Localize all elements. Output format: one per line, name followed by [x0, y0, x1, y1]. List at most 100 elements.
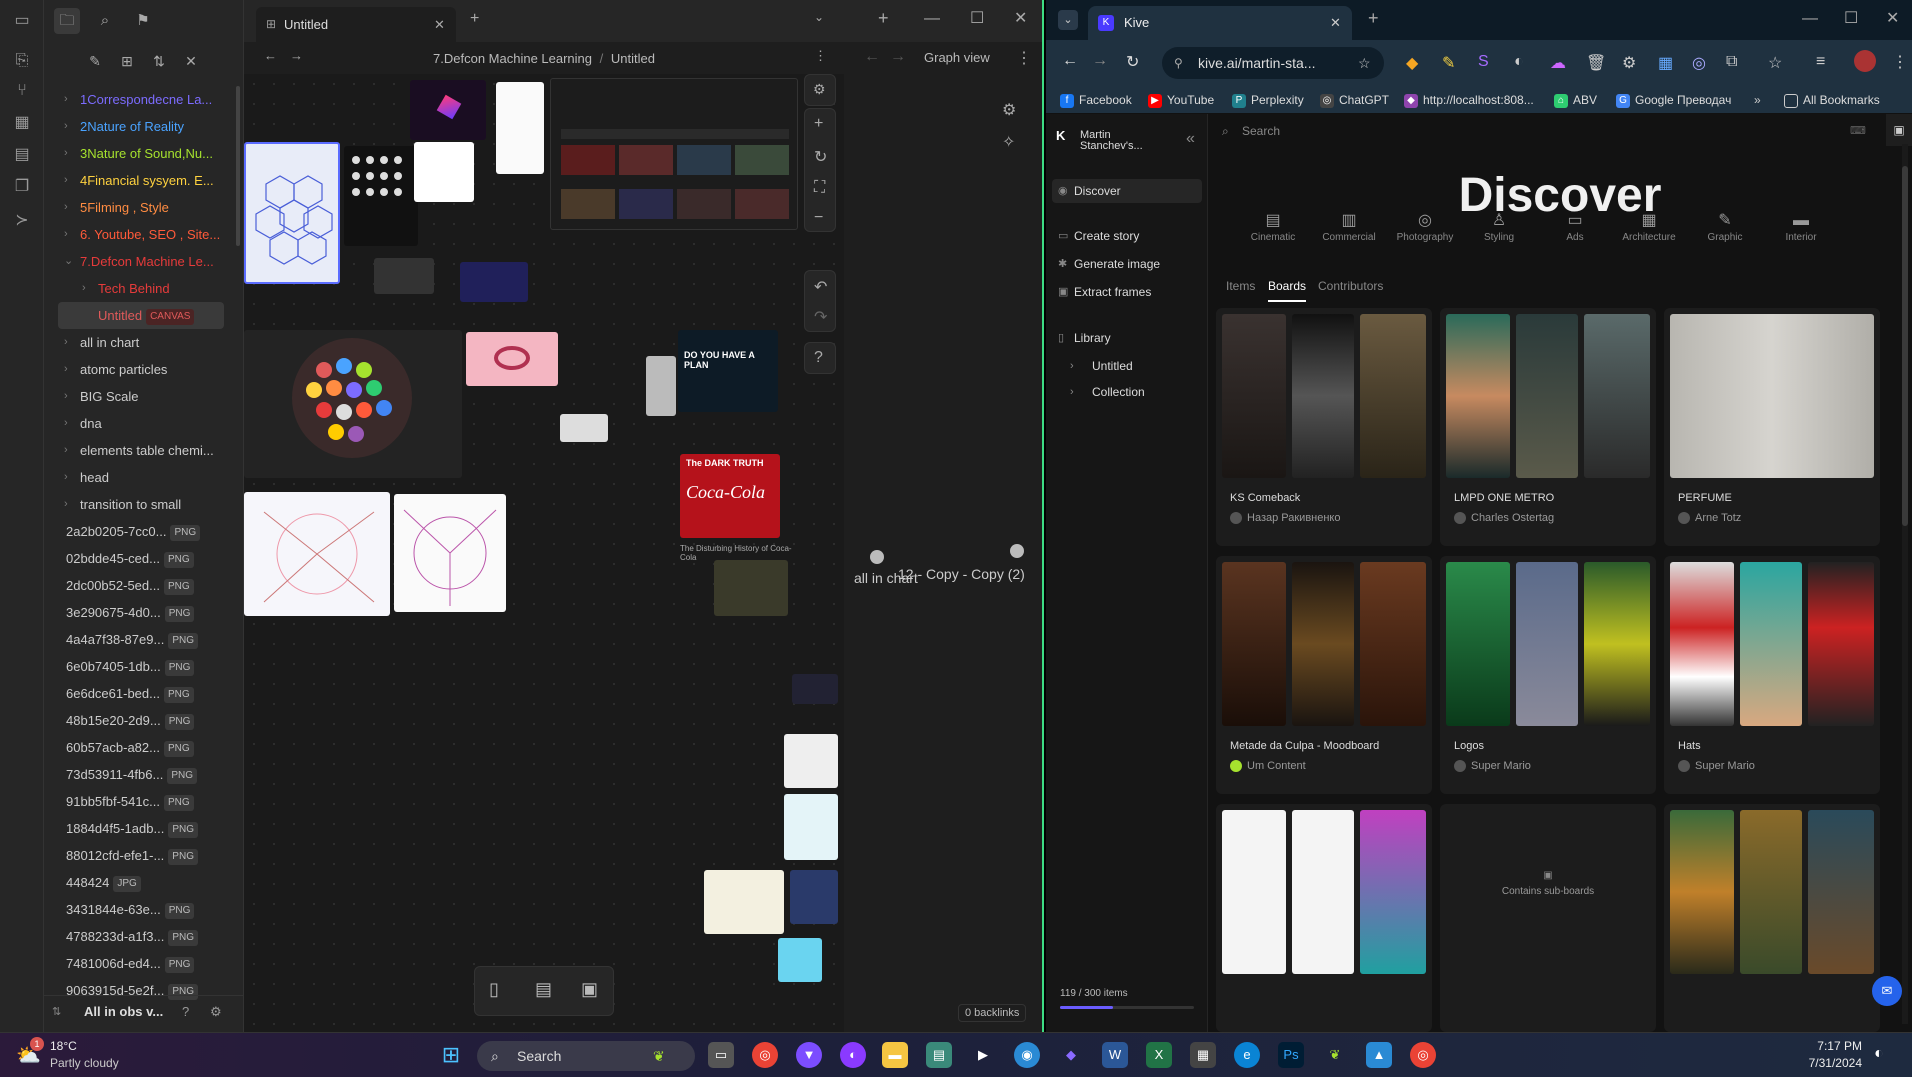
panel-toggle-icon[interactable]: ▣ — [1886, 114, 1912, 146]
tab-items[interactable]: Items — [1226, 276, 1255, 302]
folder-item[interactable]: › elements table chemi... — [44, 437, 244, 464]
file-item[interactable]: 91bb5fbf-541c... PNG — [44, 788, 244, 815]
folder-item[interactable]: › 1Correspondecne La... — [44, 86, 244, 113]
canvas-card-white-doc[interactable] — [496, 82, 544, 174]
app-taskbar-icon[interactable]: ◉ — [1014, 1042, 1040, 1068]
bookmark-google-translate[interactable]: G Google Преводач — [1616, 86, 1731, 114]
folder-item[interactable]: › BIG Scale — [44, 383, 244, 410]
window-close-icon[interactable]: ✕ — [1886, 8, 1899, 28]
minimize-icon[interactable]: — — [1802, 10, 1818, 28]
app-taskbar-icon[interactable]: ▲ — [1366, 1042, 1392, 1068]
folder-item[interactable]: › 4Financial sysyem. E... — [44, 167, 244, 194]
tab-kive[interactable]: K Kive ✕ — [1088, 6, 1352, 40]
command-palette-icon[interactable]: ≻ — [11, 210, 33, 232]
folder-item[interactable]: › transition to small — [44, 491, 244, 518]
canvas-card-small-8[interactable] — [790, 870, 838, 924]
nav-create-story[interactable]: ▭ Create story — [1052, 224, 1202, 248]
bookmark-facebook[interactable]: f Facebook — [1060, 86, 1132, 114]
new-note-icon[interactable]: ✎ — [84, 50, 106, 72]
nav-collection[interactable]: › Collection — [1052, 380, 1202, 404]
graph-settings-icon[interactable]: ⚙ — [1002, 100, 1016, 120]
folder-item[interactable]: › 5Filming , Style — [44, 194, 244, 221]
app-taskbar-icon[interactable]: ◐ — [840, 1042, 866, 1068]
file-item[interactable]: 73d53911-4fb6... PNG — [44, 761, 244, 788]
tab-search-chevron-icon[interactable]: ⌄ — [1058, 10, 1078, 30]
nav-library[interactable]: ▯ Library — [1052, 326, 1202, 350]
tab-boards[interactable]: Boards — [1268, 276, 1307, 302]
daily-note-icon[interactable]: ▤ — [11, 144, 33, 166]
app-taskbar-icon[interactable]: ❦ — [1322, 1042, 1348, 1068]
window-close-icon[interactable]: ✕ — [1014, 8, 1027, 28]
bookmark-youtube[interactable]: ▶ YouTube — [1148, 86, 1214, 114]
bookmark-localhost[interactable]: ◆ http://localhost:808... — [1404, 86, 1534, 114]
open-quick-switcher-icon[interactable]: ⎘ — [11, 50, 33, 72]
file-item[interactable]: 4a4a7f38-87e9... PNG — [44, 626, 244, 653]
clock-date[interactable]: 7/31/2024 — [1790, 1056, 1862, 1070]
file-item[interactable]: 4788233d-a1f3... PNG — [44, 923, 244, 950]
canvas-card-icon-grid[interactable] — [344, 146, 418, 246]
windows-start-icon[interactable]: ⊞ — [438, 1042, 464, 1068]
folder-item[interactable]: › head — [44, 464, 244, 491]
graph-forward-icon[interactable]: → — [890, 48, 906, 66]
canvas-settings-icon[interactable]: ⚙ — [813, 81, 826, 98]
bookmark-chatgpt[interactable]: ◎ ChatGPT — [1320, 86, 1389, 114]
folder-item[interactable]: › atomc particles — [44, 356, 244, 383]
file-item-active[interactable]: Untitled CANVAS — [58, 302, 224, 329]
canvas-card-blue-cubes[interactable] — [244, 142, 340, 284]
file-item[interactable]: 448424 JPG — [44, 869, 244, 896]
canvas-card-small-1[interactable] — [374, 258, 434, 294]
file-item[interactable]: 02bdde45-ced... PNG — [44, 545, 244, 572]
category-cinematic[interactable]: ▤ Cinematic — [1238, 210, 1308, 243]
board-card[interactable] — [1664, 804, 1880, 1032]
canvas-board[interactable]: DO YOU HAVE A PLAN The DARK TRUTH Coca-C… — [244, 74, 844, 1032]
bookmark-abv[interactable]: ⌂ ABV — [1554, 86, 1597, 114]
canvas-card-small-4[interactable] — [792, 674, 838, 704]
chrome-taskbar-icon[interactable]: ◎ — [752, 1042, 778, 1068]
zoom-in-icon[interactable]: + — [814, 115, 823, 133]
file-item[interactable]: 2dc00b52-5ed... PNG — [44, 572, 244, 599]
help-icon[interactable]: ? — [182, 996, 189, 1028]
graph-animate-icon[interactable]: ✧ — [1002, 132, 1015, 152]
extension-icon[interactable]: ▦ — [1658, 53, 1673, 73]
extension-icon[interactable]: ◎ — [1692, 53, 1706, 73]
kive-search-input[interactable]: ⌕ Search ⌨ — [1216, 118, 1876, 144]
edge-icon[interactable]: e — [1234, 1042, 1260, 1068]
minimize-icon[interactable]: — — [924, 10, 940, 28]
search-icon[interactable]: ⌕ — [92, 8, 118, 34]
page-scrollbar[interactable] — [1902, 144, 1908, 1024]
zoom-fit-icon[interactable]: ⛶ — [814, 179, 825, 197]
calculator-icon[interactable]: ▦ — [1190, 1042, 1216, 1068]
file-item[interactable]: 60b57acb-a82... PNG — [44, 734, 244, 761]
reload-icon[interactable]: ↻ — [1126, 52, 1139, 72]
sort-icon[interactable]: ⇅ — [148, 50, 170, 72]
canvas-card-small-2[interactable] — [460, 262, 528, 302]
forward-arrow-icon[interactable]: → — [1092, 52, 1108, 70]
sidebar-toggle-icon[interactable]: ▭ — [11, 10, 33, 32]
file-item[interactable]: 88012cfd-efe1-... PNG — [44, 842, 244, 869]
canvas-card-white-logo[interactable] — [414, 142, 474, 202]
canvas-card-mindmap-2[interactable] — [394, 494, 506, 612]
all-bookmarks[interactable]: All Bookmarks — [1784, 86, 1880, 114]
trash-extension-icon[interactable]: 🗑 — [1586, 53, 1606, 73]
canvas-card-small-3[interactable] — [560, 414, 608, 442]
bookmark-icon[interactable]: ⚑ — [130, 8, 156, 34]
add-note-icon[interactable]: ▤ — [535, 979, 552, 1000]
templates-icon[interactable]: ❐ — [11, 176, 33, 198]
canvas-card-small-9[interactable] — [778, 938, 822, 982]
canvas-card-cube-logo[interactable] — [410, 80, 486, 140]
new-tab-icon[interactable]: + — [470, 10, 479, 28]
undo-icon[interactable]: ↶ — [814, 277, 827, 297]
file-item[interactable]: 6e6dce61-bed... PNG — [44, 680, 244, 707]
category-commercial[interactable]: ▥ Commercial — [1314, 210, 1384, 243]
nav-extract-frames[interactable]: ▣ Extract frames — [1052, 280, 1202, 304]
file-explorer-icon[interactable]: ▬ — [882, 1042, 908, 1068]
more-options-icon[interactable]: ⋮ — [814, 48, 827, 64]
nav-generate-image[interactable]: ✱ Generate image — [1052, 252, 1202, 276]
photoshop-icon[interactable]: Ps — [1278, 1042, 1304, 1068]
board-card[interactable] — [1216, 804, 1432, 1032]
graph-back-icon[interactable]: ← — [864, 48, 880, 66]
graph-view[interactable]: ← → Graph view ⋮ ⚙ ✧ all in chart 12 - C… — [854, 42, 1042, 1032]
folder-item[interactable]: › dna — [44, 410, 244, 437]
pencil-extension-icon[interactable]: ✎ — [1442, 53, 1455, 73]
notifications-icon[interactable]: ◐ — [1874, 1045, 1884, 1063]
